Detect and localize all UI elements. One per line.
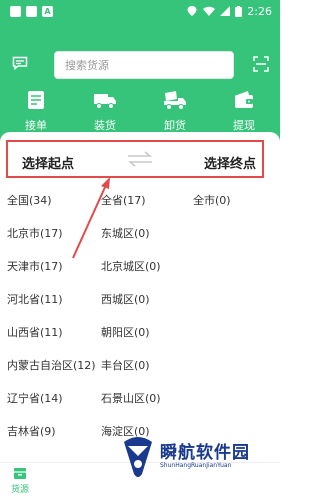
province-item[interactable]: 吉林省(9) xyxy=(7,423,56,439)
function-label: 装货 xyxy=(94,119,116,132)
province-item[interactable]: 北京市(17) xyxy=(7,225,63,241)
status-time: 2:26 xyxy=(247,4,272,18)
city-item[interactable]: 西城区(0) xyxy=(101,291,150,307)
battery-icon xyxy=(235,5,243,17)
order-icon xyxy=(28,91,44,109)
cargo-source-icon xyxy=(14,468,26,479)
status-bar: A 2:26 xyxy=(0,0,280,22)
city-item[interactable]: 朝阳区(0) xyxy=(101,324,150,340)
app-notification-icon xyxy=(26,5,37,17)
route-start-button[interactable]: 选择起点 xyxy=(22,153,74,172)
route-end-button[interactable]: 选择终点 xyxy=(204,153,256,172)
function-order[interactable]: 接单 xyxy=(11,90,61,133)
location-icon xyxy=(187,6,197,16)
nav-source-tab[interactable]: 货源 xyxy=(0,467,40,495)
signal-icon xyxy=(220,6,231,16)
function-load[interactable]: 装货 xyxy=(80,90,130,133)
wallet-icon xyxy=(235,91,253,108)
function-unload[interactable]: 卸货 xyxy=(150,90,200,133)
watermark-emblem-icon xyxy=(124,437,152,477)
route-selector: 选择起点 选择终点 xyxy=(6,140,264,178)
app-notification-icon xyxy=(10,5,21,17)
watermark-logo: 瞬航软件园 ShunHangRuanJianYuan xyxy=(118,424,278,500)
watermark-text: 瞬航软件园 xyxy=(160,443,250,463)
search-input[interactable]: 搜索货源 xyxy=(54,51,234,79)
province-item[interactable]: 全国(34) xyxy=(7,192,52,208)
a-notification-icon: A xyxy=(42,5,53,17)
district-item[interactable]: 全市(0) xyxy=(193,192,231,208)
city-item[interactable]: 北京城区(0) xyxy=(101,258,161,274)
province-item[interactable]: 天津市(17) xyxy=(7,258,63,274)
function-label: 提现 xyxy=(233,119,255,132)
nav-source-label: 货源 xyxy=(10,485,29,495)
function-label: 卸货 xyxy=(164,119,186,132)
message-icon[interactable] xyxy=(12,56,28,70)
city-item[interactable]: 全省(17) xyxy=(101,192,146,208)
wifi-icon xyxy=(203,6,216,16)
city-item[interactable]: 石景山区(0) xyxy=(101,390,161,406)
load-truck-icon xyxy=(94,94,116,109)
province-item[interactable]: 山西省(11) xyxy=(7,324,63,340)
watermark-subtext: ShunHangRuanJianYuan xyxy=(160,462,232,469)
notification-icons: A xyxy=(10,5,53,17)
unload-truck-icon xyxy=(164,91,186,110)
scan-icon[interactable] xyxy=(253,56,269,72)
city-item[interactable]: 东城区(0) xyxy=(101,225,150,241)
function-withdraw[interactable]: 提现 xyxy=(219,90,269,133)
province-item[interactable]: 辽宁省(14) xyxy=(7,390,63,406)
function-label: 接单 xyxy=(25,119,47,132)
province-item[interactable]: 内蒙古自治区(12) xyxy=(7,357,96,373)
province-item[interactable]: 河北省(11) xyxy=(7,291,63,307)
swap-icon[interactable] xyxy=(126,150,154,168)
city-item[interactable]: 丰台区(0) xyxy=(101,357,150,373)
